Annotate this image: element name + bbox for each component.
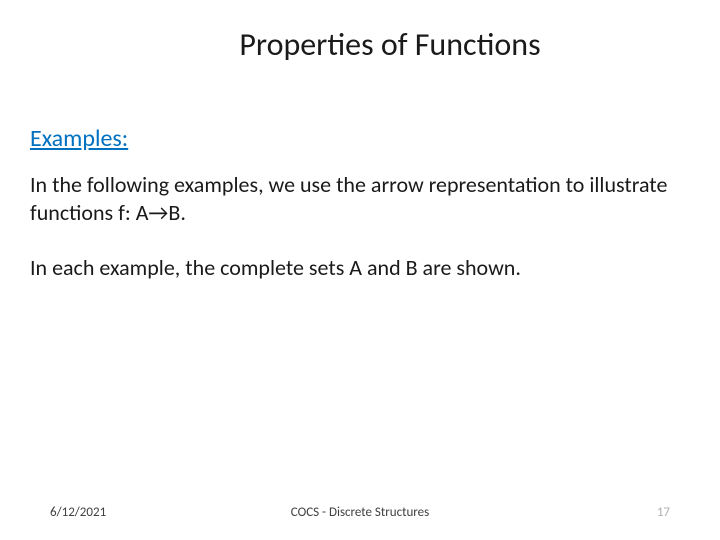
footer-course: COCS - Discrete Structures (291, 505, 429, 520)
examples-heading: Examples: (30, 124, 690, 153)
intro-paragraph-1: In the following examples, we use the ar… (30, 171, 690, 226)
intro-paragraph-2: In each example, the complete sets A and… (30, 254, 690, 282)
slide-container: Properties of Functions Examples: In the… (0, 0, 720, 540)
footer-date: 6/12/2021 (50, 505, 106, 520)
slide-title: Properties of Functions (90, 25, 690, 64)
slide-footer: 6/12/2021 COCS - Discrete Structures 17 (0, 505, 720, 520)
footer-page-number: 17 (657, 505, 670, 520)
